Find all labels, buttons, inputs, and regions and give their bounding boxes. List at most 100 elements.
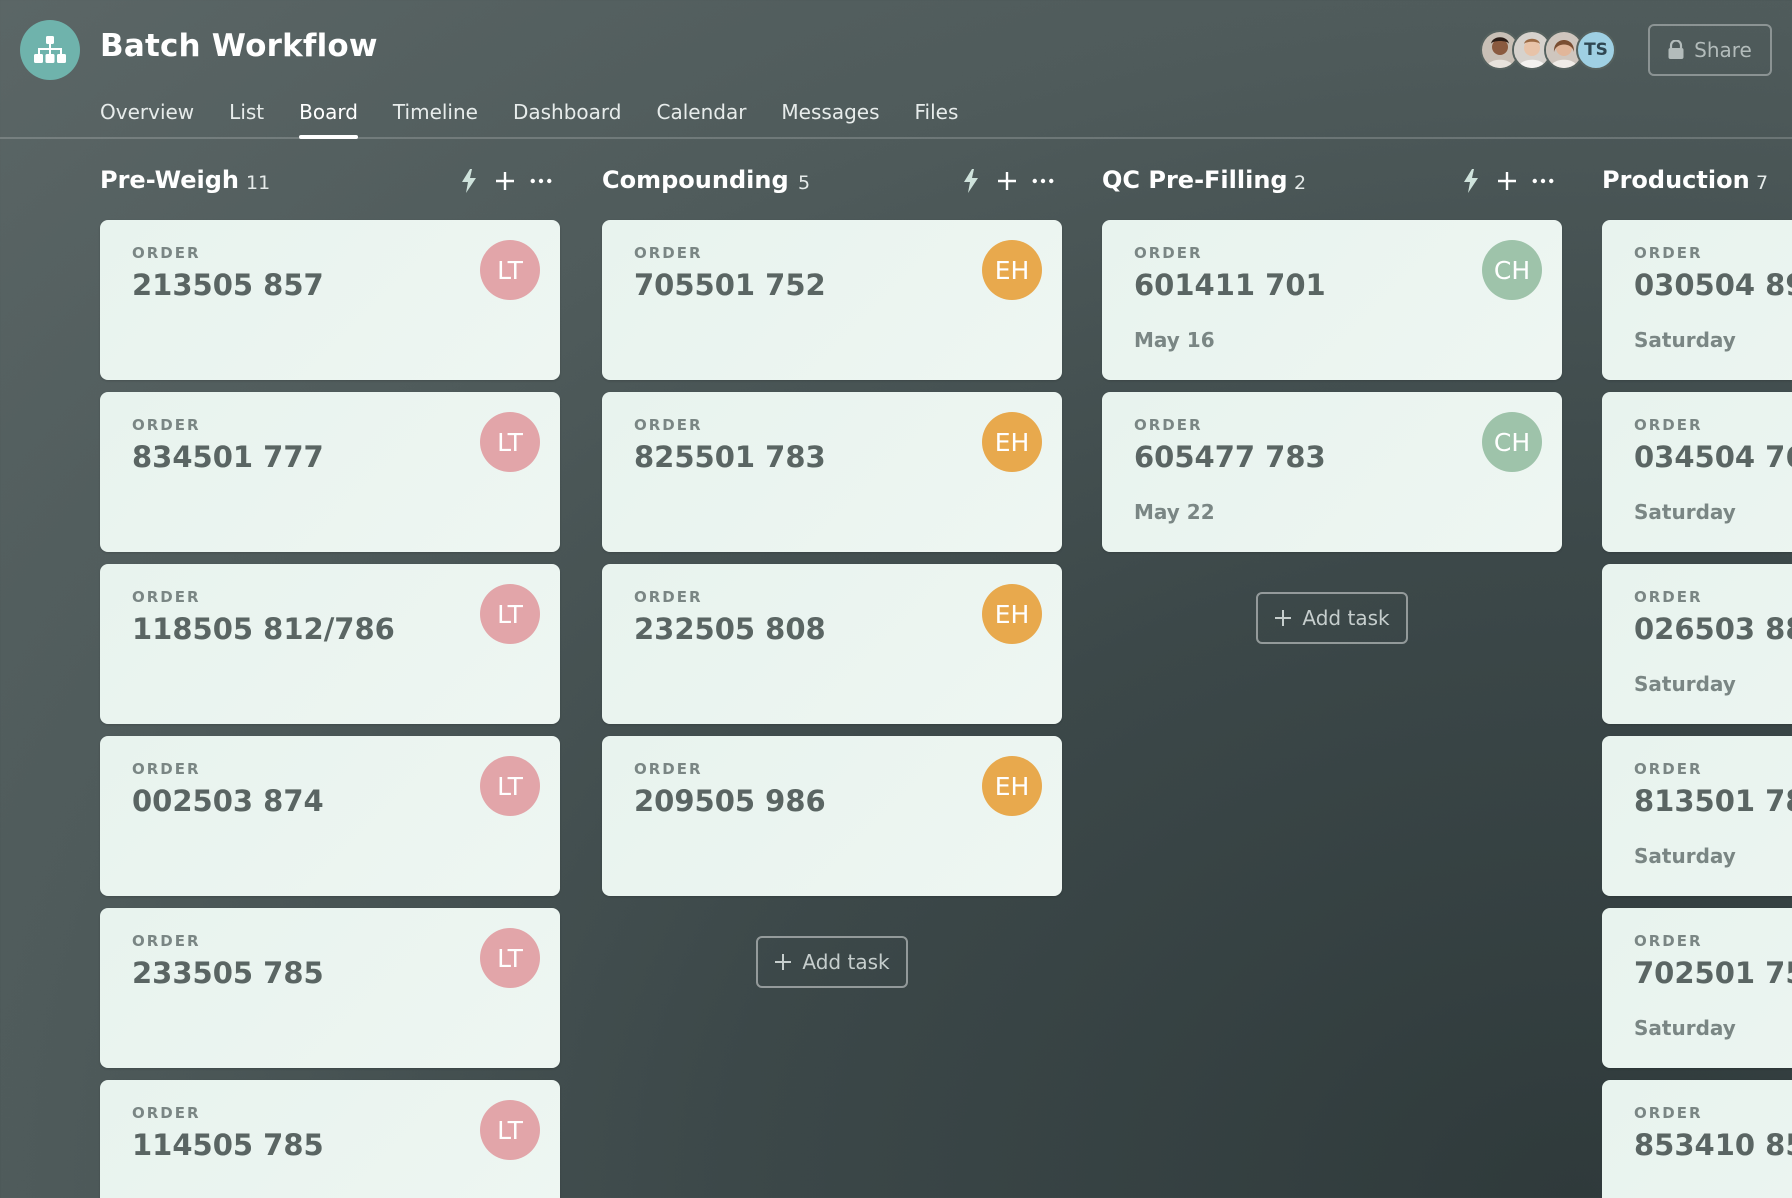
column-count: 11 xyxy=(246,172,271,194)
assignee-avatar[interactable]: EH xyxy=(982,756,1042,816)
card-label: ORDER xyxy=(132,244,201,262)
project-header: Batch Workflow Overview List Board Timel… xyxy=(0,0,1792,139)
column-title[interactable]: Pre-Weigh xyxy=(100,166,239,194)
card-label: ORDER xyxy=(132,1104,201,1122)
task-card[interactable]: ORDER 605477 783 May 22 CH xyxy=(1102,392,1562,552)
add-task-plus-icon[interactable] xyxy=(494,168,516,194)
task-card[interactable]: ORDER 030504 89 Saturday xyxy=(1602,220,1792,380)
column-title[interactable]: QC Pre-Filling xyxy=(1102,166,1288,194)
task-card[interactable]: ORDER 233505 785 LT xyxy=(100,908,560,1068)
tab-dashboard[interactable]: Dashboard xyxy=(513,96,622,138)
column-header: Pre-Weigh 11 xyxy=(100,160,560,208)
task-card[interactable]: ORDER 705501 752 EH xyxy=(602,220,1062,380)
share-label: Share xyxy=(1694,38,1752,62)
column-actions xyxy=(1460,168,1554,194)
task-card[interactable]: ORDER 209505 986 EH xyxy=(602,736,1062,896)
add-task-button[interactable]: Add task xyxy=(1256,592,1408,644)
add-task-plus-icon[interactable] xyxy=(1496,168,1518,194)
due-date: Saturday xyxy=(1634,1016,1736,1040)
board-column-pre-weigh: Pre-Weigh 11 ORDER 213505 857 LT ORDER 8… xyxy=(100,160,560,1198)
card-label: ORDER xyxy=(1634,932,1703,950)
due-date: Saturday xyxy=(1634,328,1736,352)
avatar[interactable]: TS xyxy=(1576,30,1616,70)
card-label: ORDER xyxy=(1634,416,1703,434)
rules-lightning-icon[interactable] xyxy=(960,168,982,194)
assignee-avatar[interactable]: LT xyxy=(480,1100,540,1160)
order-number: 034504 76 xyxy=(1634,440,1792,474)
tab-timeline[interactable]: Timeline xyxy=(393,96,478,138)
card-label: ORDER xyxy=(634,244,703,262)
assignee-avatar[interactable]: CH xyxy=(1482,412,1542,472)
add-task-button[interactable]: Add task xyxy=(756,936,908,988)
task-card[interactable]: ORDER 813501 787 Saturday xyxy=(1602,736,1792,896)
order-number: 233505 785 xyxy=(132,956,324,990)
tab-board[interactable]: Board xyxy=(299,96,358,139)
task-card[interactable]: ORDER 601411 701 May 16 CH xyxy=(1102,220,1562,380)
task-card[interactable]: ORDER 026503 88 Saturday xyxy=(1602,564,1792,724)
order-number: 825501 783 xyxy=(634,440,826,474)
card-label: ORDER xyxy=(1134,416,1203,434)
plus-icon xyxy=(775,954,792,970)
more-options-icon[interactable] xyxy=(1032,168,1054,194)
assignee-avatar[interactable]: LT xyxy=(480,240,540,300)
order-number: 601411 701 xyxy=(1134,268,1326,302)
order-number: 232505 808 xyxy=(634,612,826,646)
card-label: ORDER xyxy=(132,588,201,606)
share-button[interactable]: Share xyxy=(1648,24,1772,76)
assignee-avatar[interactable]: EH xyxy=(982,412,1042,472)
tab-list[interactable]: List xyxy=(229,96,264,138)
task-card[interactable]: ORDER 118505 812/786 LT xyxy=(100,564,560,724)
order-number: 702501 752 xyxy=(1634,956,1792,990)
column-actions xyxy=(960,168,1054,194)
task-card[interactable]: ORDER 834501 777 LT xyxy=(100,392,560,552)
task-card[interactable]: ORDER 232505 808 EH xyxy=(602,564,1062,724)
rules-lightning-icon[interactable] xyxy=(458,168,480,194)
card-label: ORDER xyxy=(132,932,201,950)
task-card[interactable]: ORDER 114505 785 LT xyxy=(100,1080,560,1198)
tab-messages[interactable]: Messages xyxy=(781,96,879,138)
task-card[interactable]: ORDER 213505 857 LT xyxy=(100,220,560,380)
assignee-avatar[interactable]: LT xyxy=(480,756,540,816)
order-number: 118505 812/786 xyxy=(132,612,395,646)
order-number: 834501 777 xyxy=(132,440,324,474)
task-card[interactable]: ORDER 825501 783 EH xyxy=(602,392,1062,552)
rules-lightning-icon[interactable] xyxy=(1460,168,1482,194)
order-number: 813501 787 xyxy=(1634,784,1792,818)
task-card[interactable]: ORDER 002503 874 LT xyxy=(100,736,560,896)
assignee-avatar[interactable]: EH xyxy=(982,584,1042,644)
tab-files[interactable]: Files xyxy=(915,96,959,138)
card-label: ORDER xyxy=(132,416,201,434)
order-number: 605477 783 xyxy=(1134,440,1326,474)
project-title: Batch Workflow xyxy=(100,28,378,64)
project-logo[interactable] xyxy=(20,20,80,80)
order-number: 030504 89 xyxy=(1634,268,1792,302)
more-options-icon[interactable] xyxy=(1532,168,1554,194)
task-card[interactable]: ORDER 702501 752 Saturday xyxy=(1602,908,1792,1068)
assignee-avatar[interactable]: LT xyxy=(480,928,540,988)
column-count: 7 xyxy=(1756,172,1769,194)
card-label: ORDER xyxy=(1634,1104,1703,1122)
more-options-icon[interactable] xyxy=(530,168,552,194)
tab-overview[interactable]: Overview xyxy=(100,96,194,138)
card-label: ORDER xyxy=(1634,760,1703,778)
order-number: 026503 88 xyxy=(1634,612,1792,646)
due-date: Saturday xyxy=(1634,500,1736,524)
add-task-plus-icon[interactable] xyxy=(996,168,1018,194)
card-label: ORDER xyxy=(634,760,703,778)
order-number: 213505 857 xyxy=(132,268,324,302)
order-number: 853410 857 xyxy=(1634,1128,1792,1162)
card-label: ORDER xyxy=(1634,244,1703,262)
column-title[interactable]: Compounding xyxy=(602,166,789,194)
task-card[interactable]: ORDER 853410 857 xyxy=(1602,1080,1792,1198)
assignee-avatar[interactable]: CH xyxy=(1482,240,1542,300)
order-number: 002503 874 xyxy=(132,784,324,818)
column-title[interactable]: Production xyxy=(1602,166,1750,194)
add-task-label: Add task xyxy=(1302,606,1390,630)
assignee-avatar[interactable]: LT xyxy=(480,584,540,644)
plus-icon xyxy=(1275,610,1292,626)
tab-calendar[interactable]: Calendar xyxy=(656,96,746,138)
assignee-avatar[interactable]: LT xyxy=(480,412,540,472)
task-card[interactable]: ORDER 034504 76 Saturday xyxy=(1602,392,1792,552)
assignee-avatar[interactable]: EH xyxy=(982,240,1042,300)
project-members[interactable]: TS xyxy=(1480,30,1616,70)
